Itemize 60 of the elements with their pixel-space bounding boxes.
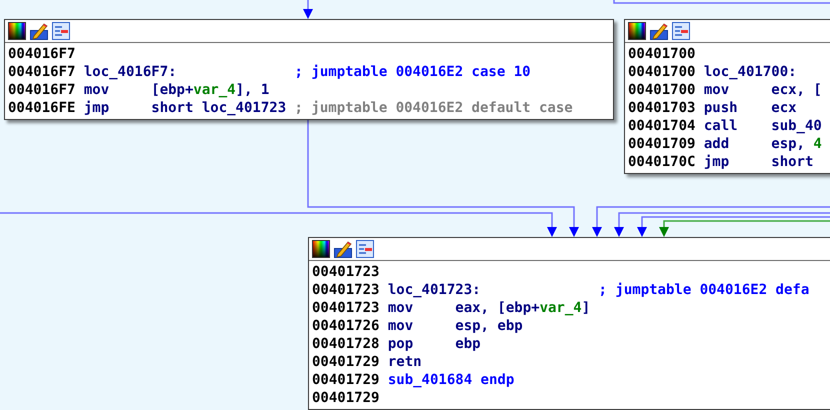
comment-text: ; jumptable 004016E2 default case [294,99,573,117]
label-text: loc_4016F7: [84,63,178,81]
graph-node[interactable]: 00401700 00401700 loc_401700: 00401700 mov ecx, [ 00401703 push ecx 00401704 call sub_40 00401709 add esp, 4 0040170C jmp short [624,19,830,174]
operand-text: ecx, [ [771,81,822,99]
color-palette-icon[interactable] [628,22,646,40]
label-text: loc_401723: [388,281,482,299]
graph-icon[interactable] [672,22,690,40]
address-text: 00401729 [312,371,380,389]
pencil-icon[interactable] [650,22,668,40]
operand-text: ebp [455,335,481,353]
address-text: 004016F7 [8,63,76,81]
mnemonic-text: add [704,135,730,153]
operand-text: sub_40 [771,117,822,135]
operand-text: short [771,153,814,171]
graph-icon[interactable] [356,240,374,258]
address-text: 0040170C [628,153,696,171]
address-text: 00401700 [628,63,696,81]
mnemonic-text: call [704,117,739,135]
mnemonic-text: pop [388,335,414,353]
pencil-icon[interactable] [30,22,48,40]
label-text: loc_401700: [704,63,797,81]
graph-node[interactable]: 00401723 00401723 loc_401723: ; jumptable 004016E2 defa 00401723 mov eax, [ebp+var_4] 00401726 mov esp, ebp 00401728 pop ebp 00401729 retn 00401729 sub_401684 endp 00401729 [308,237,830,410]
color-palette-icon[interactable] [312,240,330,258]
pencil-icon[interactable] [334,240,352,258]
address-text: 00401728 [312,335,380,353]
mnemonic-text: retn [388,353,423,371]
edge-arrow [303,0,313,19]
address-text: 00401723 [312,299,380,317]
mnemonic-text: push [704,99,739,117]
comment-text: ; jumptable 004016E2 defa [598,281,810,299]
address-text: 00401729 [312,389,380,407]
address-text: 004016F7 [8,45,76,63]
address-text: 00401729 [312,353,380,371]
address-text: 00401726 [312,317,380,335]
operand-text: esp, 4 [771,135,822,153]
operand-text: short loc_401723 [151,99,286,117]
mnemonic-text: jmp [84,99,110,117]
mnemonic-text: mov [704,81,730,99]
operand-text: eax, [ebp+var_4] [455,299,590,317]
address-text: 00401709 [628,135,696,153]
graph-node[interactable]: 004016F7 004016F7 loc_4016F7: ; jumptable 004016E2 case 10 004016F7 mov [ebp+var_4], 1 004016FE jmp short loc_401723 ; jumptable 004016E2 default case [4,19,614,120]
mnemonic-text: mov [84,81,110,99]
address-text: 00401704 [628,117,696,135]
address-text: 00401723 [312,263,380,281]
operand-text: [ebp+var_4], 1 [151,81,270,99]
address-text: 00401703 [628,99,696,117]
address-text: 004016F7 [8,81,76,99]
address-text: 00401700 [628,81,696,99]
mnemonic-text: mov [388,317,414,335]
operand-text: esp, ebp [455,317,523,335]
mnemonic-text: mov [388,299,414,317]
address-text: 004016FE [8,99,76,117]
color-palette-icon[interactable] [8,22,26,40]
mnemonic-text: jmp [704,153,730,171]
address-text: 00401700 [628,45,696,63]
graph-icon[interactable] [52,22,70,40]
address-text: 00401723 [312,281,380,299]
comment-text: ; jumptable 004016E2 case 10 [294,63,531,81]
label-text: sub_401684 endp [388,371,514,389]
operand-text: ecx [771,99,797,117]
